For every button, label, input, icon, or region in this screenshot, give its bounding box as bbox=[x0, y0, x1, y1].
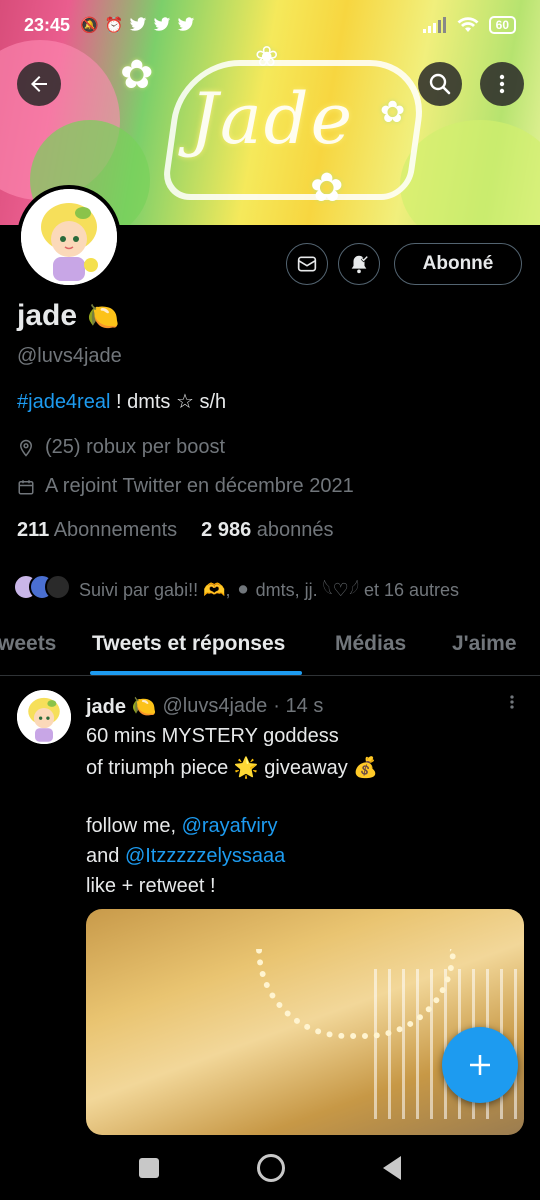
followed-by-row[interactable]: Suivi par gabi!! 🫶, ⚫ dmts, jj. 𓆩♡𓆪 et 1… bbox=[13, 572, 459, 602]
message-button[interactable] bbox=[286, 243, 328, 285]
follow-stats: 211 Abonnements 2 986 abonnés bbox=[17, 519, 334, 542]
followed-by-text: Suivi par gabi!! 🫶, ⚫ dmts, jj. 𓆩♡𓆪 et 1… bbox=[79, 580, 460, 600]
mention-link[interactable]: @rayafviry bbox=[182, 815, 278, 837]
twitter-bird-icon bbox=[178, 17, 195, 31]
back-button[interactable] bbox=[17, 62, 61, 106]
tweet-text: follow me, bbox=[86, 815, 182, 837]
search-button[interactable] bbox=[418, 62, 462, 106]
profile-joined: A rejoint Twitter en décembre 2021 bbox=[17, 475, 354, 498]
system-nav-bar bbox=[0, 1135, 540, 1200]
followers-link[interactable]: 2 986 abonnés bbox=[201, 519, 333, 542]
wifi-icon bbox=[457, 17, 479, 32]
joined-text: A rejoint Twitter en décembre 2021 bbox=[45, 475, 354, 497]
location-pin-icon bbox=[19, 439, 33, 457]
profile-location: (25) robux per boost bbox=[17, 436, 225, 459]
battery-indicator: 60 bbox=[488, 16, 516, 34]
active-tab-indicator bbox=[90, 671, 302, 675]
avatar-illustration bbox=[21, 189, 117, 285]
mute-icon: 🔕 bbox=[80, 17, 99, 34]
status-time: 23:45 bbox=[24, 14, 71, 35]
tweet-text-line: follow me, @rayafviry bbox=[86, 815, 277, 838]
calendar-icon bbox=[18, 479, 34, 494]
tweet-more-button[interactable] bbox=[506, 692, 518, 718]
profile-tabs: weets Tweets et réponses Médias J'aime bbox=[0, 622, 540, 676]
recents-button[interactable] bbox=[139, 1157, 159, 1178]
tweet-header: jade 🍋 @luvs4jade · 14 s bbox=[86, 694, 323, 719]
tweet-text-line: of triumph piece 🌟 giveaway 💰 bbox=[86, 757, 379, 779]
twitter-bird-icon bbox=[154, 17, 171, 31]
location-text: (25) robux per boost bbox=[45, 436, 226, 458]
profile-bio: #jade4real ! dmts ☆ s/h bbox=[17, 389, 226, 414]
followers-count: 2 986 bbox=[201, 519, 252, 541]
profile-handle: @luvs4jade bbox=[17, 345, 122, 367]
tweet-image[interactable] bbox=[86, 909, 524, 1135]
notifications-button[interactable] bbox=[338, 243, 380, 285]
more-vertical-icon bbox=[499, 74, 505, 94]
arrow-left-icon bbox=[31, 76, 47, 92]
tab-tweets[interactable]: weets bbox=[0, 632, 56, 656]
more-options-button[interactable] bbox=[480, 62, 524, 106]
following-count: 211 bbox=[17, 519, 50, 541]
plus-icon bbox=[470, 1055, 490, 1075]
lemon-emoji: 🍋 bbox=[87, 300, 120, 331]
profile-name-text: jade bbox=[17, 299, 78, 332]
tweet-author-name[interactable]: jade 🍋 bbox=[86, 694, 156, 719]
bio-text: ! dmts ☆ s/h bbox=[110, 391, 227, 413]
twitter-bird-icon bbox=[130, 17, 147, 31]
tab-likes[interactable]: J'aime bbox=[452, 632, 517, 656]
search-icon bbox=[429, 73, 451, 95]
envelope-icon bbox=[297, 256, 317, 272]
status-bar: 23:45 🔕 ⏰ 60 bbox=[0, 0, 540, 50]
tweet-text-line: and @Itzzzzzelyssaaa bbox=[86, 845, 285, 868]
tweet-text-line: 60 mins MYSTERY goddess bbox=[86, 725, 339, 747]
alarm-icon: ⏰ bbox=[104, 17, 124, 34]
tweet-text: and bbox=[86, 845, 125, 867]
mutual-avatar bbox=[45, 574, 71, 600]
bell-check-icon bbox=[351, 255, 369, 274]
followers-label: abonnés bbox=[256, 519, 334, 541]
more-vertical-icon bbox=[510, 695, 514, 709]
profile-avatar[interactable] bbox=[17, 185, 121, 289]
tweet-author-handle[interactable]: @luvs4jade bbox=[162, 695, 267, 718]
system-back-button[interactable] bbox=[383, 1155, 401, 1180]
following-link[interactable]: 211 Abonnements bbox=[17, 519, 177, 542]
tweet-text-line: like + retweet ! bbox=[86, 875, 216, 897]
tweet-avatar[interactable] bbox=[17, 690, 71, 744]
following-label: Abonnements bbox=[53, 519, 178, 541]
signal-icon bbox=[422, 17, 446, 33]
tab-tweets-replies[interactable]: Tweets et réponses bbox=[92, 632, 285, 656]
avatar-illustration bbox=[17, 690, 71, 744]
profile-name: jade 🍋 bbox=[17, 299, 119, 333]
bio-hashtag-link[interactable]: #jade4real bbox=[17, 391, 110, 413]
compose-tweet-button[interactable] bbox=[442, 1027, 518, 1103]
tab-media[interactable]: Médias bbox=[335, 632, 406, 656]
following-button[interactable]: Abonné bbox=[394, 243, 522, 285]
home-button[interactable] bbox=[257, 1153, 285, 1182]
tweet-timestamp: · 14 s bbox=[273, 695, 324, 717]
banner-art-text: Jade bbox=[190, 78, 355, 160]
mention-link[interactable]: @Itzzzzzelyssaaa bbox=[125, 845, 285, 867]
